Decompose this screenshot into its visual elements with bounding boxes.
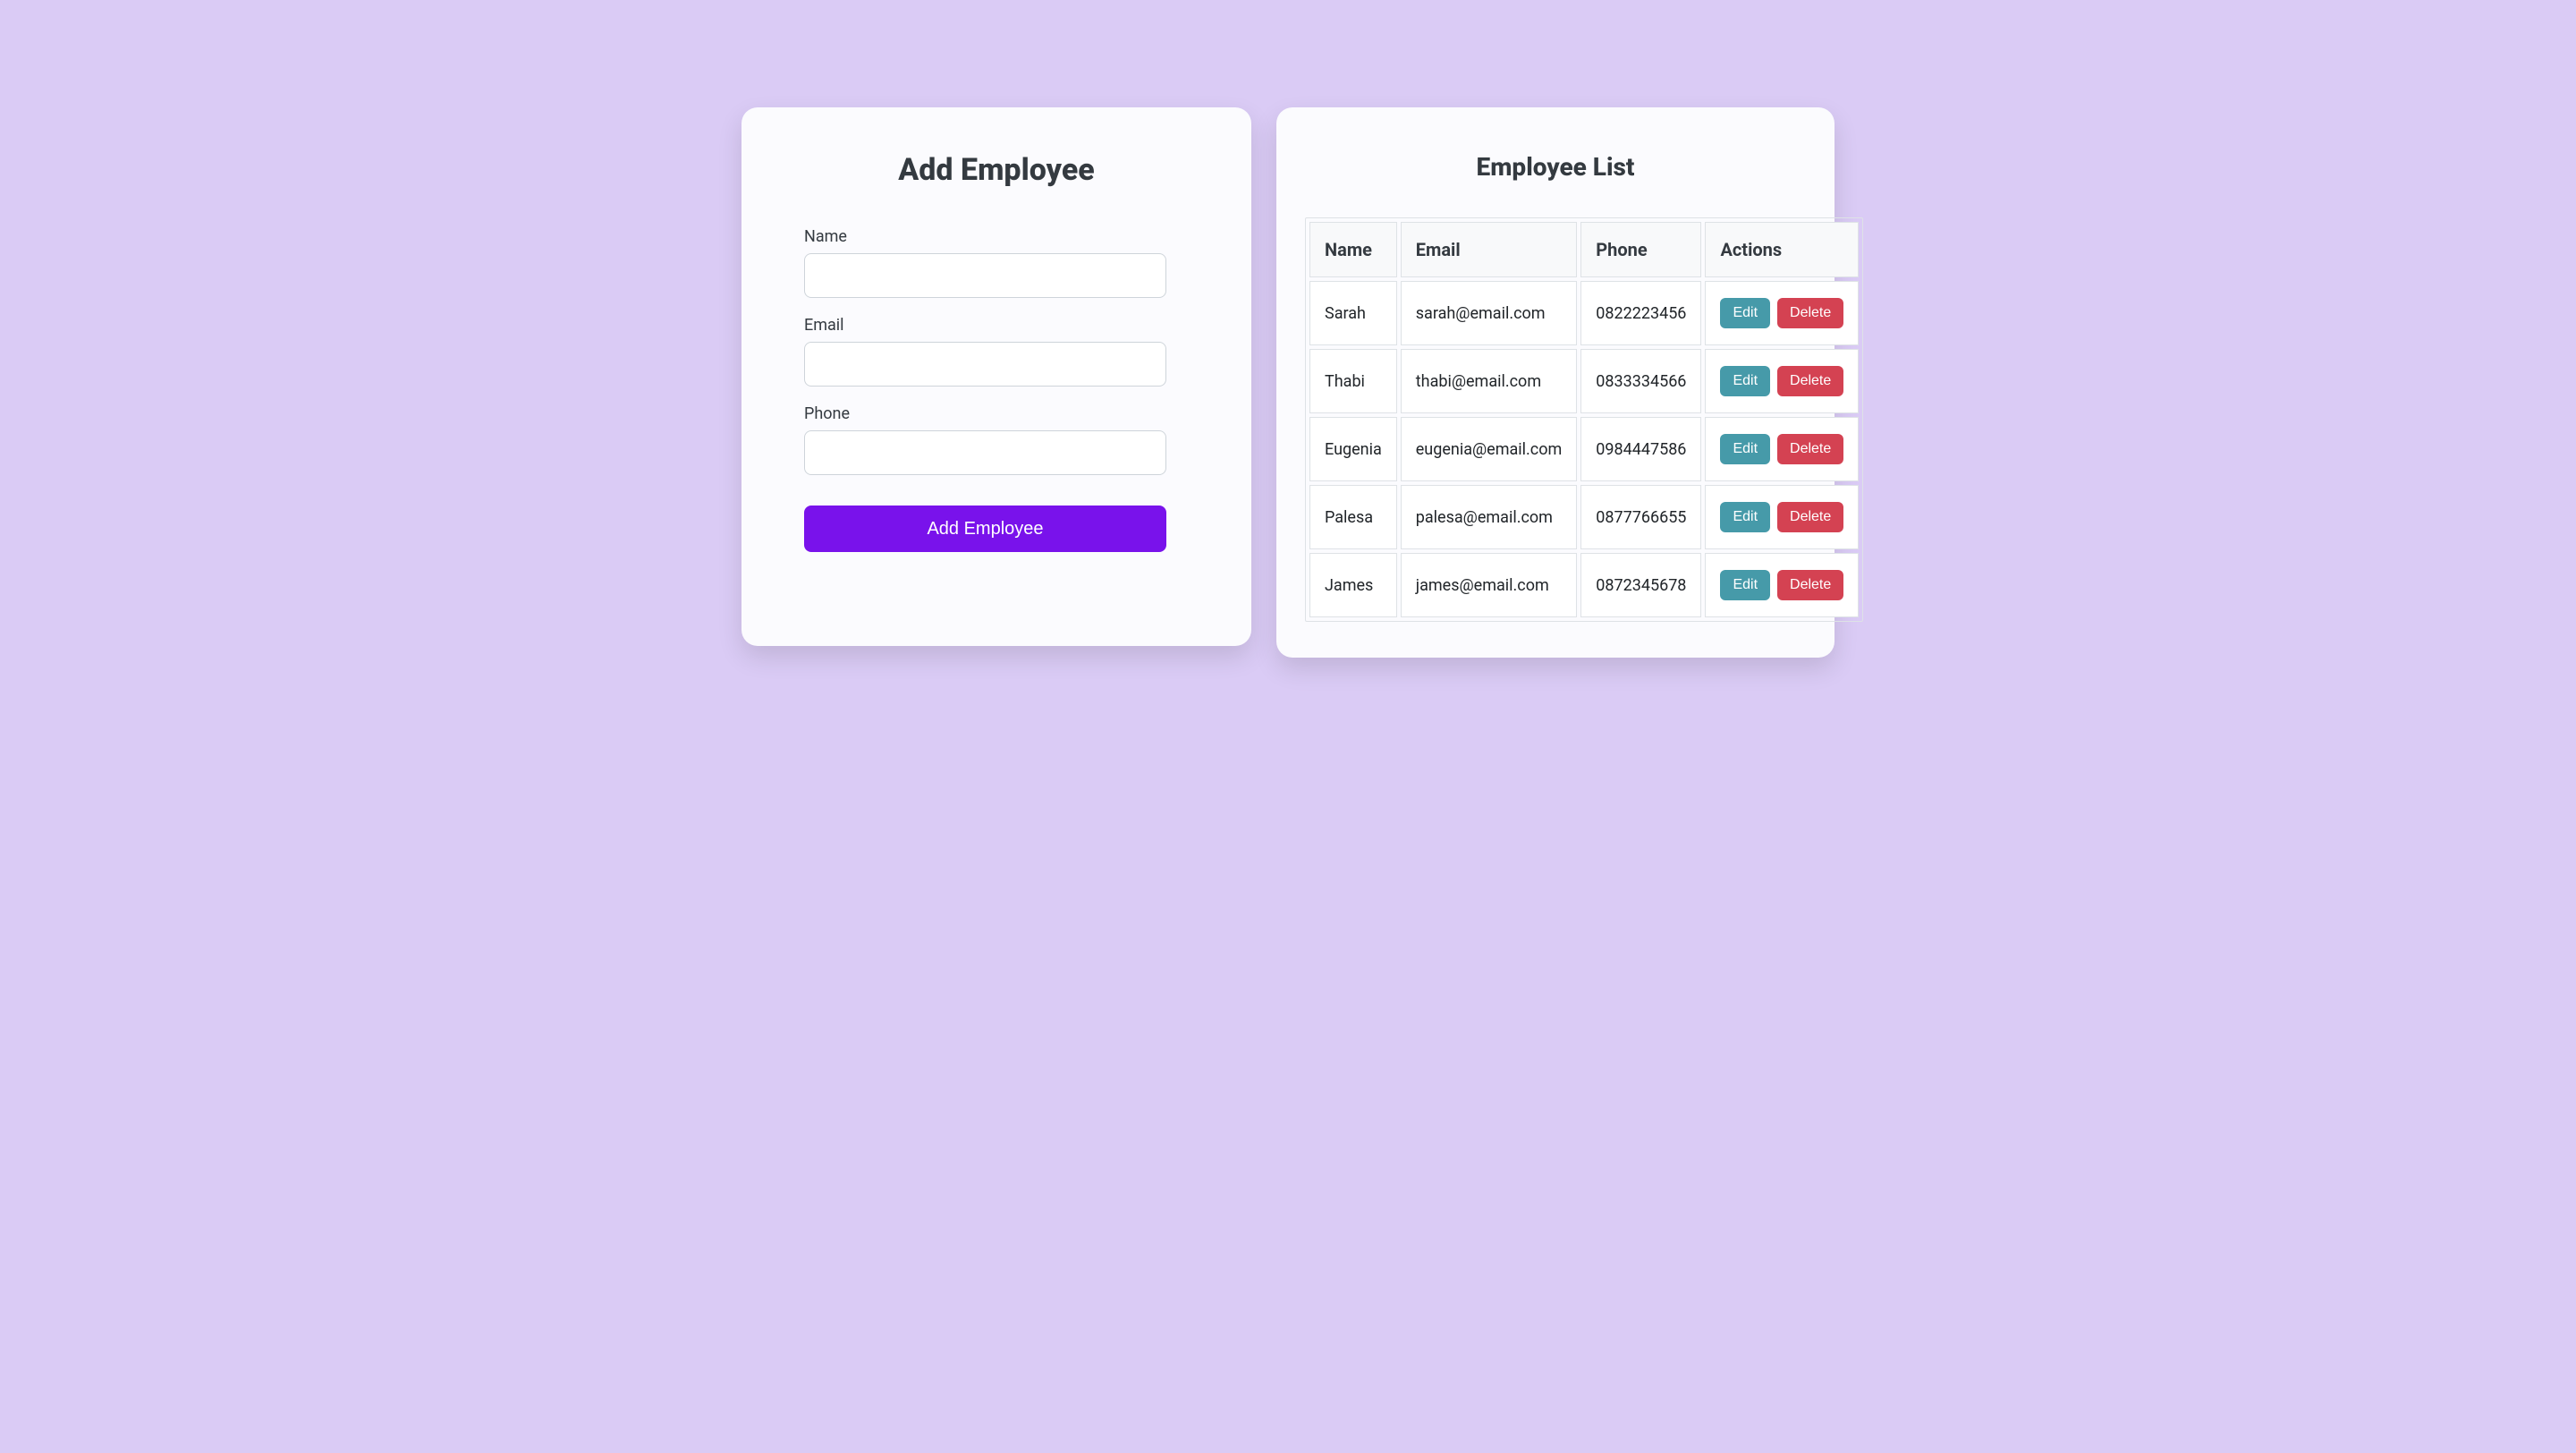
phone-input[interactable] — [804, 430, 1166, 475]
col-name: Name — [1309, 222, 1397, 277]
cell-email: thabi@email.com — [1401, 349, 1578, 413]
cell-actions: EditDelete — [1705, 417, 1859, 481]
delete-button[interactable]: Delete — [1777, 502, 1843, 532]
delete-button[interactable]: Delete — [1777, 434, 1843, 464]
cell-name: James — [1309, 553, 1397, 617]
phone-label: Phone — [804, 404, 1189, 423]
col-actions: Actions — [1705, 222, 1859, 277]
employee-list-card: Employee List Name Email Phone Actions S… — [1276, 107, 1835, 658]
cell-actions: EditDelete — [1705, 553, 1859, 617]
cell-actions: EditDelete — [1705, 349, 1859, 413]
cell-email: eugenia@email.com — [1401, 417, 1578, 481]
name-field-group: Name — [804, 227, 1189, 298]
delete-button[interactable]: Delete — [1777, 298, 1843, 328]
cell-phone: 0822223456 — [1580, 281, 1701, 345]
email-label: Email — [804, 316, 1189, 335]
table-row: Palesapalesa@email.com0877766655EditDele… — [1309, 485, 1859, 549]
edit-button[interactable]: Edit — [1720, 366, 1770, 396]
phone-field-group: Phone — [804, 404, 1189, 475]
table-row: Thabithabi@email.com0833334566EditDelete — [1309, 349, 1859, 413]
cell-name: Sarah — [1309, 281, 1397, 345]
cell-name: Eugenia — [1309, 417, 1397, 481]
cell-actions: EditDelete — [1705, 485, 1859, 549]
cell-phone: 0984447586 — [1580, 417, 1701, 481]
delete-button[interactable]: Delete — [1777, 366, 1843, 396]
col-email: Email — [1401, 222, 1578, 277]
cell-email: james@email.com — [1401, 553, 1578, 617]
cell-phone: 0877766655 — [1580, 485, 1701, 549]
cell-name: Palesa — [1309, 485, 1397, 549]
cell-name: Thabi — [1309, 349, 1397, 413]
delete-button[interactable]: Delete — [1777, 570, 1843, 600]
edit-button[interactable]: Edit — [1720, 298, 1770, 328]
cell-email: palesa@email.com — [1401, 485, 1578, 549]
cell-phone: 0833334566 — [1580, 349, 1701, 413]
table-row: Sarahsarah@email.com0822223456EditDelete — [1309, 281, 1859, 345]
cell-email: sarah@email.com — [1401, 281, 1578, 345]
add-employee-button[interactable]: Add Employee — [804, 506, 1166, 552]
add-employee-title: Add Employee — [804, 152, 1189, 188]
employee-list-title: Employee List — [1305, 152, 1806, 182]
col-phone: Phone — [1580, 222, 1701, 277]
edit-button[interactable]: Edit — [1720, 502, 1770, 532]
cell-actions: EditDelete — [1705, 281, 1859, 345]
cell-phone: 0872345678 — [1580, 553, 1701, 617]
edit-button[interactable]: Edit — [1720, 434, 1770, 464]
edit-button[interactable]: Edit — [1720, 570, 1770, 600]
name-label: Name — [804, 227, 1189, 246]
table-row: Jamesjames@email.com0872345678EditDelete — [1309, 553, 1859, 617]
email-input[interactable] — [804, 342, 1166, 387]
table-row: Eugeniaeugenia@email.com0984447586EditDe… — [1309, 417, 1859, 481]
email-field-group: Email — [804, 316, 1189, 387]
add-employee-card: Add Employee Name Email Phone Add Employ… — [741, 107, 1251, 646]
employee-table: Name Email Phone Actions Sarahsarah@emai… — [1305, 217, 1863, 622]
name-input[interactable] — [804, 253, 1166, 298]
